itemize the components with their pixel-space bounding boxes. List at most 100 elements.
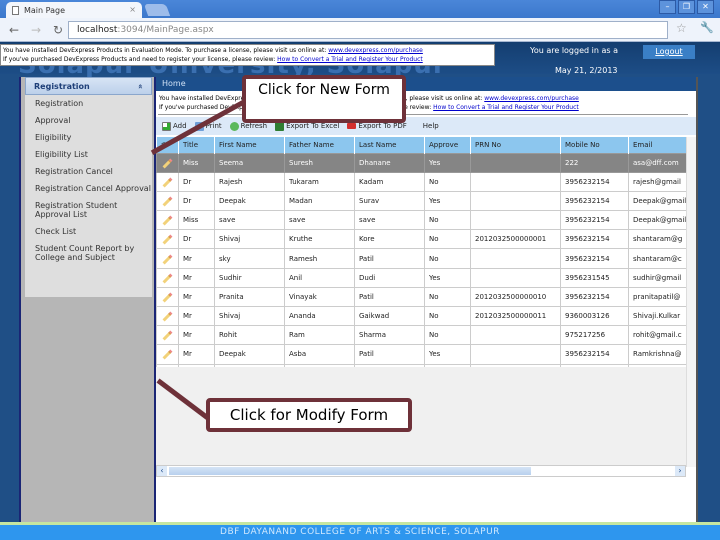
forward-icon[interactable]: → (28, 23, 44, 37)
scroll-right-icon[interactable]: › (675, 466, 685, 476)
table-cell: Seema (214, 152, 285, 173)
sidebar-item-registration-cancel[interactable]: Registration Cancel (25, 163, 152, 180)
column-header[interactable]: First Name (214, 137, 285, 153)
sidebar-item-eligibility[interactable]: Eligibility (25, 129, 152, 146)
vertical-scrollbar[interactable] (686, 137, 696, 467)
table-row[interactable]: Mr Pranita Vinayak Patil No 2012032500000010 3… (156, 286, 687, 308)
back-icon[interactable]: ← (6, 23, 22, 37)
wrench-icon[interactable]: 🔧 (700, 21, 714, 34)
sidebar-item-check-list[interactable]: Check List (25, 223, 152, 240)
edit-cell[interactable] (156, 229, 179, 250)
tab-close-icon[interactable]: × (129, 5, 136, 14)
table-cell: Deepak@gmail (628, 190, 687, 212)
column-header[interactable]: Mobile No (560, 137, 629, 153)
table-cell: Deepak (214, 344, 285, 365)
table-row[interactable]: Mr Shivaj Ananda Gaikwad No 2012032500000011 9… (156, 305, 687, 327)
sidebar-item-approval[interactable]: Approval (25, 112, 152, 129)
edit-cell[interactable] (156, 305, 179, 327)
collapse-icon[interactable]: « (136, 83, 145, 88)
add-button[interactable]: Add (162, 121, 187, 131)
pencil-edit-icon[interactable] (162, 292, 173, 303)
tab-title: Main Page (24, 5, 66, 15)
table-cell: sky (214, 248, 285, 269)
table-cell: 2012032500000011 (470, 305, 561, 327)
table-row[interactable]: Miss Seema Suresh Dhanane Yes 222 asa@dff.com (156, 152, 687, 173)
sidebar-item-registration[interactable]: Registration (25, 95, 152, 112)
pencil-edit-icon[interactable] (162, 158, 173, 169)
address-bar[interactable]: localhost:3094/MainPage.aspx (68, 21, 668, 39)
sidebar-item-eligibility-list[interactable]: Eligibility List (25, 146, 152, 163)
close-window-button[interactable]: ✕ (697, 0, 714, 14)
pencil-edit-icon[interactable] (162, 177, 173, 188)
table-cell: Mr (178, 286, 215, 308)
table-row[interactable]: Mr Sudhir Anil Dudi Yes 3956231545 sudhir@gmai… (156, 267, 687, 288)
pencil-edit-icon[interactable] (162, 330, 173, 341)
grid-purchase-link[interactable]: www.devexpress.com/purchase (484, 95, 579, 102)
pencil-edit-icon[interactable] (162, 215, 173, 226)
add-label: Add (173, 122, 187, 130)
table-row[interactable]: Miss save save save No 3956232154 Deepak@gmail (156, 210, 687, 231)
column-header[interactable]: Email (628, 137, 687, 153)
edit-cell[interactable] (156, 152, 179, 173)
help-button[interactable]: Help (423, 122, 439, 130)
table-row[interactable]: Dr Shivaj Kruthe Kore No 2012032500000001 3956… (156, 229, 687, 250)
pencil-edit-icon[interactable] (162, 273, 173, 284)
edit-cell[interactable] (156, 210, 179, 231)
table-cell: Sharma (354, 325, 425, 346)
grid-register-link[interactable]: How to Convert a Trial and Register Your… (433, 104, 579, 111)
purchase-link[interactable]: www.devexpress.com/purchase (328, 47, 423, 54)
callout-modify-form: Click for Modify Form (206, 398, 412, 432)
restore-button[interactable]: ❐ (678, 0, 695, 14)
pencil-edit-icon[interactable] (162, 350, 173, 360)
table-cell: 3956232154 (560, 286, 629, 308)
edit-cell[interactable] (156, 171, 179, 192)
minimize-button[interactable]: – (659, 0, 676, 14)
register-link[interactable]: How to Convert a Trial and Register Your… (277, 56, 423, 63)
column-header[interactable]: Father Name (284, 137, 355, 153)
table-cell: 2012032500000001 (470, 229, 561, 250)
scroll-thumb[interactable] (169, 467, 531, 475)
table-cell: No (424, 171, 471, 192)
table-row[interactable]: Mr Rohit Ram Sharma No 975217256 rohit@gmail.c (156, 325, 687, 346)
table-row[interactable]: Mr Deepak Asba Patil Yes 3956232154 Ramkrishna… (156, 344, 687, 365)
table-cell (470, 248, 561, 269)
sidebar-frame: Registration « Registration Approval Eli… (19, 77, 156, 524)
column-header[interactable]: PRN No (470, 137, 561, 153)
table-cell: Shivaji.Kulkar (628, 305, 687, 327)
table-cell: save (354, 210, 425, 231)
edit-cell[interactable] (156, 286, 179, 308)
bookmark-star-icon[interactable]: ☆ (676, 21, 687, 35)
table-cell: Tukaram (284, 171, 355, 192)
table-cell: Shivaj (214, 229, 285, 250)
pencil-edit-icon[interactable] (162, 254, 173, 264)
edit-cell[interactable] (156, 248, 179, 269)
pdf-icon (347, 123, 357, 129)
table-cell: Deepak@gmail (628, 210, 687, 231)
column-header[interactable]: Last Name (354, 137, 425, 153)
table-cell: Ramesh (284, 248, 355, 269)
reload-icon[interactable]: ↻ (50, 23, 66, 37)
pencil-edit-icon[interactable] (162, 311, 173, 322)
sidebar-item-student-approval-list[interactable]: Registration Student Approval List (25, 197, 152, 223)
new-tab-button[interactable] (143, 4, 171, 16)
table-row[interactable]: Mr sky Ramesh Patil No 3956232154 shantaram@c (156, 248, 687, 269)
logout-button[interactable]: Logout (643, 45, 695, 59)
edit-cell[interactable] (156, 190, 179, 212)
scroll-left-icon[interactable]: ‹ (157, 466, 167, 476)
sidebar-item-student-count-report[interactable]: Student Count Report by College and Subj… (25, 240, 152, 266)
column-header[interactable]: Approve (424, 137, 471, 153)
horizontal-scrollbar[interactable]: ‹ › (156, 465, 686, 477)
browser-tab[interactable]: Main Page × (6, 2, 142, 18)
sidebar-group-header[interactable]: Registration « (25, 77, 152, 95)
table-row[interactable]: Dr Rajesh Tukaram Kadam No 3956232154 rajesh@g… (156, 171, 687, 192)
edit-cell[interactable] (156, 325, 179, 346)
edit-cell[interactable] (156, 267, 179, 288)
export-pdf-button[interactable]: Export To PDF (347, 122, 407, 130)
table-row[interactable]: Dr Deepak Madan Surav Yes 3956232154 Deepak@gm… (156, 190, 687, 212)
column-header[interactable]: Title (178, 137, 215, 153)
pencil-edit-icon[interactable] (162, 234, 173, 245)
pencil-edit-icon[interactable] (162, 196, 173, 207)
edit-cell[interactable] (156, 344, 179, 365)
sidebar-item-registration-cancel-approval[interactable]: Registration Cancel Approval (25, 180, 152, 197)
export-excel-label: Export To Excel (286, 122, 340, 130)
